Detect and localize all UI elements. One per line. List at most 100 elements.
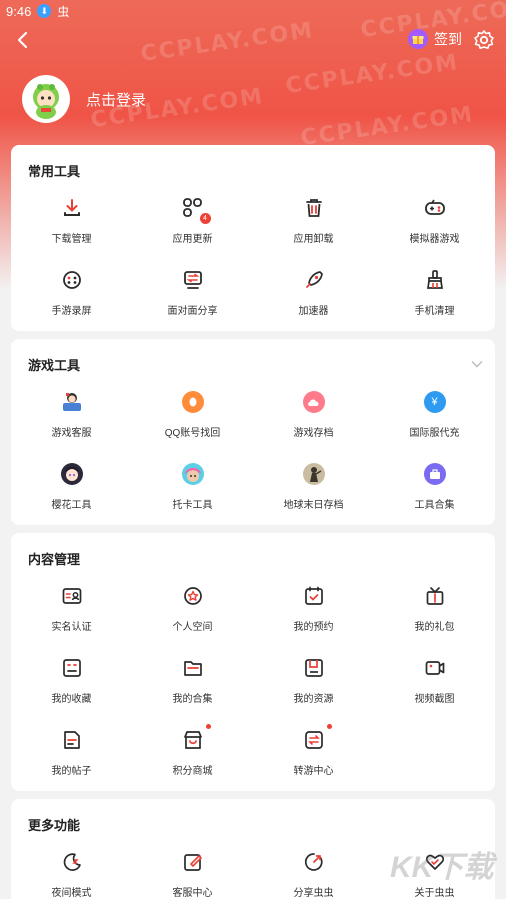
- tool-toca[interactable]: 托卡工具: [132, 451, 253, 523]
- edit-icon: [180, 849, 206, 875]
- tool-my-collections[interactable]: 我的合集: [132, 645, 253, 717]
- tool-label: 托卡工具: [172, 500, 213, 511]
- record-icon: [59, 267, 85, 293]
- update-count-badge: 4: [199, 213, 211, 224]
- transfer-icon: [301, 724, 332, 753]
- tool-personal-space[interactable]: 个人空间: [132, 573, 253, 645]
- tool-label: 工具合集: [414, 500, 455, 511]
- tool-face-share[interactable]: 面对面分享: [132, 257, 253, 329]
- tool-share-app[interactable]: 分享虫虫: [253, 839, 374, 899]
- calendar-check-icon: [301, 583, 327, 609]
- tool-label: 下载管理: [51, 234, 92, 245]
- share-screen-icon: [180, 267, 206, 293]
- tool-doomsday-save[interactable]: 地球末日存档: [253, 451, 374, 523]
- tool-accelerator[interactable]: 加速器: [253, 257, 374, 329]
- tool-label: 游戏客服: [51, 428, 92, 439]
- qq-icon: [180, 389, 206, 415]
- tool-label: QQ账号找回: [164, 428, 221, 439]
- tool-label: 樱花工具: [51, 500, 92, 511]
- moon-icon: [59, 849, 85, 875]
- collapse-toggle[interactable]: [471, 355, 483, 373]
- tool-real-name[interactable]: 实名认证: [11, 573, 132, 645]
- tool-label: 夜间模式: [51, 888, 92, 899]
- tool-label: 我的帖子: [51, 766, 92, 777]
- tool-label: 实名认证: [51, 622, 92, 633]
- tool-my-resources[interactable]: 我的资源: [253, 645, 374, 717]
- gear-icon: [474, 30, 494, 50]
- tool-label: 我的预约: [293, 622, 334, 633]
- tool-label: 加速器: [298, 306, 329, 317]
- doomsday-avatar-icon: [301, 461, 327, 487]
- tool-my-reservations[interactable]: 我的预约: [253, 573, 374, 645]
- toolbox-icon: [422, 461, 448, 487]
- tool-label: 手机清理: [414, 306, 455, 317]
- tool-game-save[interactable]: 游戏存档: [253, 379, 374, 451]
- back-button[interactable]: [10, 28, 34, 52]
- tool-game-service[interactable]: 游戏客服: [11, 379, 132, 451]
- tool-transfer-center[interactable]: 转游中心: [253, 717, 374, 789]
- new-dot: [205, 724, 211, 729]
- checkin-button[interactable]: 签到: [408, 29, 462, 49]
- tool-intl-topup[interactable]: ¥ 国际服代充: [374, 379, 495, 451]
- download-icon: [59, 195, 85, 221]
- tool-collection[interactable]: 工具合集: [374, 451, 495, 523]
- tool-label: 积分商城: [172, 766, 213, 777]
- tool-uninstall[interactable]: 应用卸载: [253, 185, 374, 257]
- settings-button[interactable]: [472, 28, 496, 52]
- new-dot: [326, 724, 332, 729]
- tool-sakura[interactable]: 樱花工具: [11, 451, 132, 523]
- cloud-save-icon: [301, 389, 327, 415]
- broom-icon: [422, 267, 448, 293]
- tool-my-favorites[interactable]: 我的收藏: [11, 645, 132, 717]
- tool-label: 我的资源: [293, 694, 334, 705]
- id-card-icon: [59, 583, 85, 609]
- site-watermark: KK下载: [390, 851, 494, 884]
- avatar[interactable]: [22, 75, 70, 123]
- chevron-left-icon: [17, 31, 28, 49]
- section-game-tools: 游戏工具 游戏客服 QQ账号找回 游戏存档 ¥ 国际服代充 樱花工具 托卡工具: [11, 339, 495, 525]
- trash-icon: [301, 195, 327, 221]
- tool-label: 个人空间: [172, 622, 213, 633]
- watermark-text: CCPLAY.COM: [284, 49, 461, 100]
- tool-video-screenshot[interactable]: 视频截图: [374, 645, 495, 717]
- tool-label: 应用卸载: [293, 234, 334, 245]
- section-common-tools: 常用工具 下载管理 4 应用更新 应用卸载 模拟器游戏 手游录屏 面对面分享 加…: [11, 145, 495, 331]
- tool-download-manager[interactable]: 下载管理: [11, 185, 132, 257]
- tool-screen-record[interactable]: 手游录屏: [11, 257, 132, 329]
- section-title: 游戏工具: [28, 358, 81, 373]
- sakura-avatar-icon: [59, 461, 85, 487]
- tool-my-posts[interactable]: 我的帖子: [11, 717, 132, 789]
- checkin-label: 签到: [434, 31, 462, 47]
- section-title: 常用工具: [28, 164, 81, 179]
- tool-label: 转游中心: [293, 766, 334, 777]
- profile-row[interactable]: 点击登录: [22, 75, 146, 123]
- tool-phone-clean[interactable]: 手机清理: [374, 257, 495, 329]
- section-content-management: 内容管理 实名认证 个人空间 我的预约 我的礼包 我的收藏 我的合集 我的资源: [11, 533, 495, 791]
- tool-label: 手游录屏: [51, 306, 92, 317]
- status-bar: 9:46 ⬇ 虫: [0, 0, 506, 22]
- gamepad-icon: [422, 195, 448, 221]
- tool-night-mode[interactable]: 夜间模式: [11, 839, 132, 899]
- tool-label: 我的收藏: [51, 694, 92, 705]
- tool-qq-recover[interactable]: QQ账号找回: [132, 379, 253, 451]
- rocket-icon: [301, 267, 327, 293]
- toca-avatar-icon: [180, 461, 206, 487]
- tool-label: 应用更新: [172, 234, 213, 245]
- tool-my-gifts[interactable]: 我的礼包: [374, 573, 495, 645]
- tool-app-update[interactable]: 4 应用更新: [132, 185, 253, 257]
- gift-box-icon: [422, 583, 448, 609]
- login-text[interactable]: 点击登录: [86, 89, 146, 110]
- tool-label: 面对面分享: [167, 306, 218, 317]
- gift-icon: [408, 29, 428, 49]
- video-camera-icon: [422, 655, 448, 681]
- section-title: 内容管理: [28, 552, 81, 567]
- tool-service-center[interactable]: 客服中心: [132, 839, 253, 899]
- tool-label: 客服中心: [172, 888, 213, 899]
- yen-icon: ¥: [422, 389, 448, 415]
- watermark-text: CCPLAY.COM: [299, 101, 476, 152]
- chevron-down-icon: [471, 361, 483, 368]
- customer-service-icon: [59, 389, 85, 415]
- tool-points-store[interactable]: 积分商城: [132, 717, 253, 789]
- share-arc-icon: [301, 849, 327, 875]
- tool-emulator-games[interactable]: 模拟器游戏: [374, 185, 495, 257]
